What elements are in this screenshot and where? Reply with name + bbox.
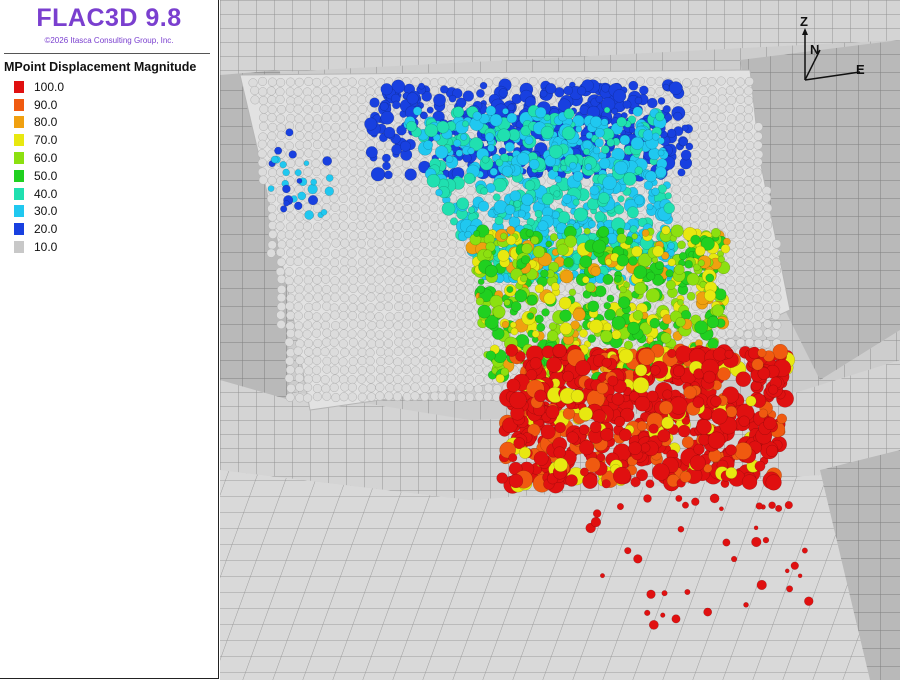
legend-label: 20.0 bbox=[34, 222, 58, 237]
legend-title: MPoint Displacement Magnitude bbox=[4, 60, 197, 74]
axis-labels: Z N E bbox=[788, 12, 878, 92]
legend-item-90: 90.0 bbox=[14, 96, 64, 114]
legend-label: 90.0 bbox=[34, 97, 58, 112]
axis-z-label: Z bbox=[800, 14, 808, 29]
app-title: FLAC3D 9.8 bbox=[36, 4, 182, 32]
legend-list: 100.0 90.0 80.0 70.0 60.0 50.0 40.0 30.0… bbox=[14, 78, 64, 256]
legend-swatch bbox=[14, 241, 24, 254]
legend-label: 60.0 bbox=[34, 151, 58, 166]
legend-label: 70.0 bbox=[34, 133, 58, 148]
legend-swatch bbox=[14, 152, 24, 165]
legend-swatch bbox=[14, 187, 24, 200]
legend-item-100: 100.0 bbox=[14, 78, 64, 96]
legend-label: 40.0 bbox=[34, 186, 58, 201]
copyright-text: ©2026 Itasca Consulting Group, Inc. bbox=[44, 36, 174, 45]
legend-divider bbox=[4, 53, 210, 54]
legend-swatch bbox=[14, 169, 24, 182]
legend-label: 80.0 bbox=[34, 115, 58, 130]
legend-item-30: 30.0 bbox=[14, 203, 64, 221]
legend-swatch bbox=[14, 223, 24, 236]
legend-item-10: 10.0 bbox=[14, 238, 64, 256]
legend-swatch bbox=[14, 80, 24, 93]
axis-n-label: N bbox=[810, 42, 820, 57]
axis-e-label: E bbox=[856, 62, 865, 77]
legend-swatch bbox=[14, 116, 24, 129]
legend-label: 50.0 bbox=[34, 168, 58, 183]
legend-panel: FLAC3D 9.8 ©2026 Itasca Consulting Group… bbox=[0, 0, 219, 679]
legend-item-20: 20.0 bbox=[14, 220, 64, 238]
legend-item-40: 40.0 bbox=[14, 185, 64, 203]
model-viewport[interactable]: Z N E bbox=[220, 0, 900, 680]
legend-swatch bbox=[14, 98, 24, 111]
legend-item-80: 80.0 bbox=[14, 114, 64, 132]
legend-swatch bbox=[14, 205, 24, 218]
legend-item-60: 60.0 bbox=[14, 149, 64, 167]
legend-swatch bbox=[14, 134, 24, 147]
legend-label: 100.0 bbox=[34, 79, 65, 94]
legend-label: 10.0 bbox=[34, 240, 58, 255]
legend-item-50: 50.0 bbox=[14, 167, 64, 185]
legend-item-70: 70.0 bbox=[14, 131, 64, 149]
model-scene[interactable] bbox=[220, 0, 900, 680]
legend-label: 30.0 bbox=[34, 204, 58, 219]
